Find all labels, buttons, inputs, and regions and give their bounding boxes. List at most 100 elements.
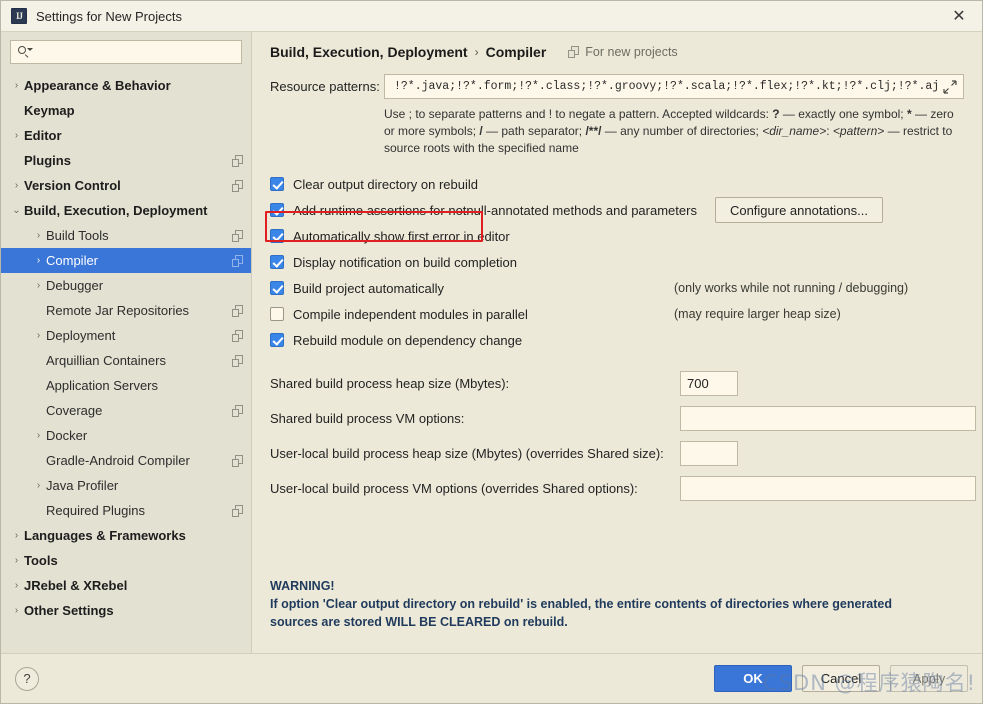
sidebar-item-arquillian-containers[interactable]: ›Arquillian Containers (1, 348, 251, 373)
sidebar-item-build-execution-deployment[interactable]: ⌄ Build, Execution, Deployment (1, 198, 251, 223)
breadcrumb-root[interactable]: Build, Execution, Deployment (270, 44, 468, 60)
ok-button[interactable]: OK (714, 665, 792, 692)
chevron-right-icon[interactable]: › (31, 280, 46, 291)
sidebar-item-tools[interactable]: › Tools (1, 548, 251, 573)
chevron-right-icon[interactable]: › (31, 480, 46, 491)
sidebar-item-appearance-behavior[interactable]: › Appearance & Behavior (1, 73, 251, 98)
checkbox-label[interactable]: Rebuild module on dependency change (293, 333, 522, 348)
chevron-right-icon[interactable]: › (31, 230, 46, 241)
sidebar-item-application-servers[interactable]: ›Application Servers (1, 373, 251, 398)
checkbox-label[interactable]: Compile independent modules in parallel (293, 307, 528, 322)
sidebar-item-deployment[interactable]: › Deployment (1, 323, 251, 348)
input-user-local-build-process-heap-size-mbytes-overrides-shared-size[interactable] (680, 441, 738, 466)
sidebar-item-label: Coverage (46, 403, 103, 418)
sidebar-item-plugins[interactable]: ›Plugins (1, 148, 251, 173)
resource-patterns-help: Use ; to separate patterns and ! to nega… (384, 106, 964, 157)
checkbox-label[interactable]: Add runtime assertions for notnull-annot… (293, 203, 697, 218)
resource-patterns-input[interactable] (392, 74, 939, 99)
sidebar-item-label: Java Profiler (46, 478, 119, 493)
sidebar-item-editor[interactable]: › Editor (1, 123, 251, 148)
sidebar-item-label: Appearance & Behavior (24, 78, 171, 93)
field-row-shared-build-process-heap-size-mbytes: Shared build process heap size (Mbytes): (270, 366, 964, 401)
sidebar-item-label: Arquillian Containers (46, 353, 166, 368)
field-label: User-local build process heap size (Mbyt… (270, 446, 664, 461)
search-box[interactable] (10, 40, 242, 64)
chevron-right-icon[interactable]: › (9, 555, 24, 566)
cancel-button[interactable]: Cancel (802, 665, 880, 692)
checkbox-label[interactable]: Clear output directory on rebuild (293, 177, 478, 192)
input-shared-build-process-vm-options[interactable] (680, 406, 976, 431)
sidebar-item-build-tools[interactable]: › Build Tools (1, 223, 251, 248)
sidebar-item-version-control[interactable]: › Version Control (1, 173, 251, 198)
help-text-p2: — exactly one symbol; (779, 107, 907, 121)
sidebar-item-compiler[interactable]: › Compiler (1, 248, 251, 273)
copy-icon (232, 229, 243, 242)
checkbox-build-project-automatically[interactable] (270, 281, 284, 295)
settings-sidebar: ›Appearance & Behavior›Keymap›Editor›Plu… (1, 32, 252, 653)
search-icon (17, 45, 33, 59)
warning-title: WARNING! (270, 579, 335, 593)
expand-icon[interactable] (943, 79, 957, 94)
sidebar-item-java-profiler[interactable]: › Java Profiler (1, 473, 251, 498)
help-text-p6: : (826, 124, 833, 138)
input-shared-build-process-heap-size-mbytes[interactable] (680, 371, 738, 396)
chevron-right-icon[interactable]: › (9, 530, 24, 541)
build-process-fields: Shared build process heap size (Mbytes):… (270, 366, 976, 506)
sidebar-item-coverage[interactable]: ›Coverage (1, 398, 251, 423)
help-wildcard-globstar: /**/ (585, 124, 602, 138)
help-text-p4: — path separator; (482, 124, 586, 138)
sidebar-item-remote-jar-repositories[interactable]: ›Remote Jar Repositories (1, 298, 251, 323)
field-row-user-local-build-process-vm-options-overrides-shared-options: User-local build process VM options (ove… (270, 471, 976, 506)
chevron-right-icon[interactable]: › (9, 580, 24, 591)
checkbox-label[interactable]: Build project automatically (293, 281, 444, 296)
checkbox-automatically-show-first-error-in-editor[interactable] (270, 229, 284, 243)
intellij-idea-icon: IJ (11, 8, 27, 24)
sidebar-item-other-settings[interactable]: › Other Settings (1, 598, 251, 623)
checkbox-add-runtime-assertions-for-notnull-annotated-methods-and-parameters[interactable] (270, 203, 284, 217)
sidebar-item-label: Gradle-Android Compiler (46, 453, 190, 468)
field-label: User-local build process VM options (ove… (270, 481, 638, 496)
resource-patterns-field[interactable] (384, 74, 964, 99)
sidebar-item-label: Tools (24, 553, 58, 568)
checkbox-label[interactable]: Automatically show first error in editor (293, 229, 510, 244)
sidebar-item-label: Deployment (46, 328, 116, 343)
window-title: Settings for New Projects (36, 8, 182, 24)
copy-icon (232, 454, 243, 467)
copy-icon (232, 304, 243, 317)
checkbox-compile-independent-modules-in-parallel[interactable] (270, 307, 284, 321)
copy-icon (232, 504, 243, 517)
chevron-right-icon[interactable]: › (9, 80, 24, 91)
sidebar-item-jrebel-xrebel[interactable]: › JRebel & XRebel (1, 573, 251, 598)
chevron-right-icon[interactable]: › (31, 255, 46, 266)
chevron-right-icon[interactable]: › (31, 430, 46, 441)
sidebar-item-keymap[interactable]: ›Keymap (1, 98, 251, 123)
compiler-options-list: Clear output directory on rebuild Add run… (270, 171, 964, 353)
chevron-right-icon[interactable]: › (9, 130, 24, 141)
help-button[interactable]: ? (15, 666, 39, 691)
resource-patterns-row: Resource patterns: (270, 74, 964, 99)
checkbox-label[interactable]: Display notification on build completion (293, 255, 517, 270)
sidebar-item-gradle-android-compiler[interactable]: ›Gradle-Android Compiler (1, 448, 251, 473)
close-icon[interactable]: ✕ (936, 1, 982, 30)
chevron-right-icon[interactable]: › (9, 605, 24, 616)
sidebar-item-debugger[interactable]: › Debugger (1, 273, 251, 298)
dialog-footer: ? OK Cancel Apply CSDN @程序猿陶名! (1, 653, 982, 703)
field-label: Shared build process heap size (Mbytes): (270, 376, 510, 391)
checkbox-display-notification-on-build-completion[interactable] (270, 255, 284, 269)
chevron-right-icon[interactable]: › (31, 330, 46, 341)
chevron-right-icon[interactable]: › (9, 180, 24, 191)
input-user-local-build-process-vm-options-overrides-shared-options[interactable] (680, 476, 976, 501)
checkbox-rebuild-module-on-dependency-change[interactable] (270, 333, 284, 347)
checkbox-clear-output-directory-on-rebuild[interactable] (270, 177, 284, 191)
chevron-down-icon[interactable]: ⌄ (9, 205, 24, 216)
sidebar-item-required-plugins[interactable]: ›Required Plugins (1, 498, 251, 523)
configure-annotations-button[interactable]: Configure annotations... (714, 197, 883, 223)
dialog-body: ›Appearance & Behavior›Keymap›Editor›Plu… (1, 32, 982, 653)
breadcrumb: Build, Execution, Deployment › Compiler … (270, 44, 964, 60)
checkbox-row-rebuild-module-on-dependency-change: Rebuild module on dependency change (270, 327, 964, 353)
sidebar-item-languages-frameworks[interactable]: › Languages & Frameworks (1, 523, 251, 548)
copy-icon (232, 404, 243, 417)
sidebar-item-docker[interactable]: › Docker (1, 423, 251, 448)
search-input[interactable] (35, 40, 235, 64)
apply-button[interactable]: Apply (890, 665, 968, 692)
